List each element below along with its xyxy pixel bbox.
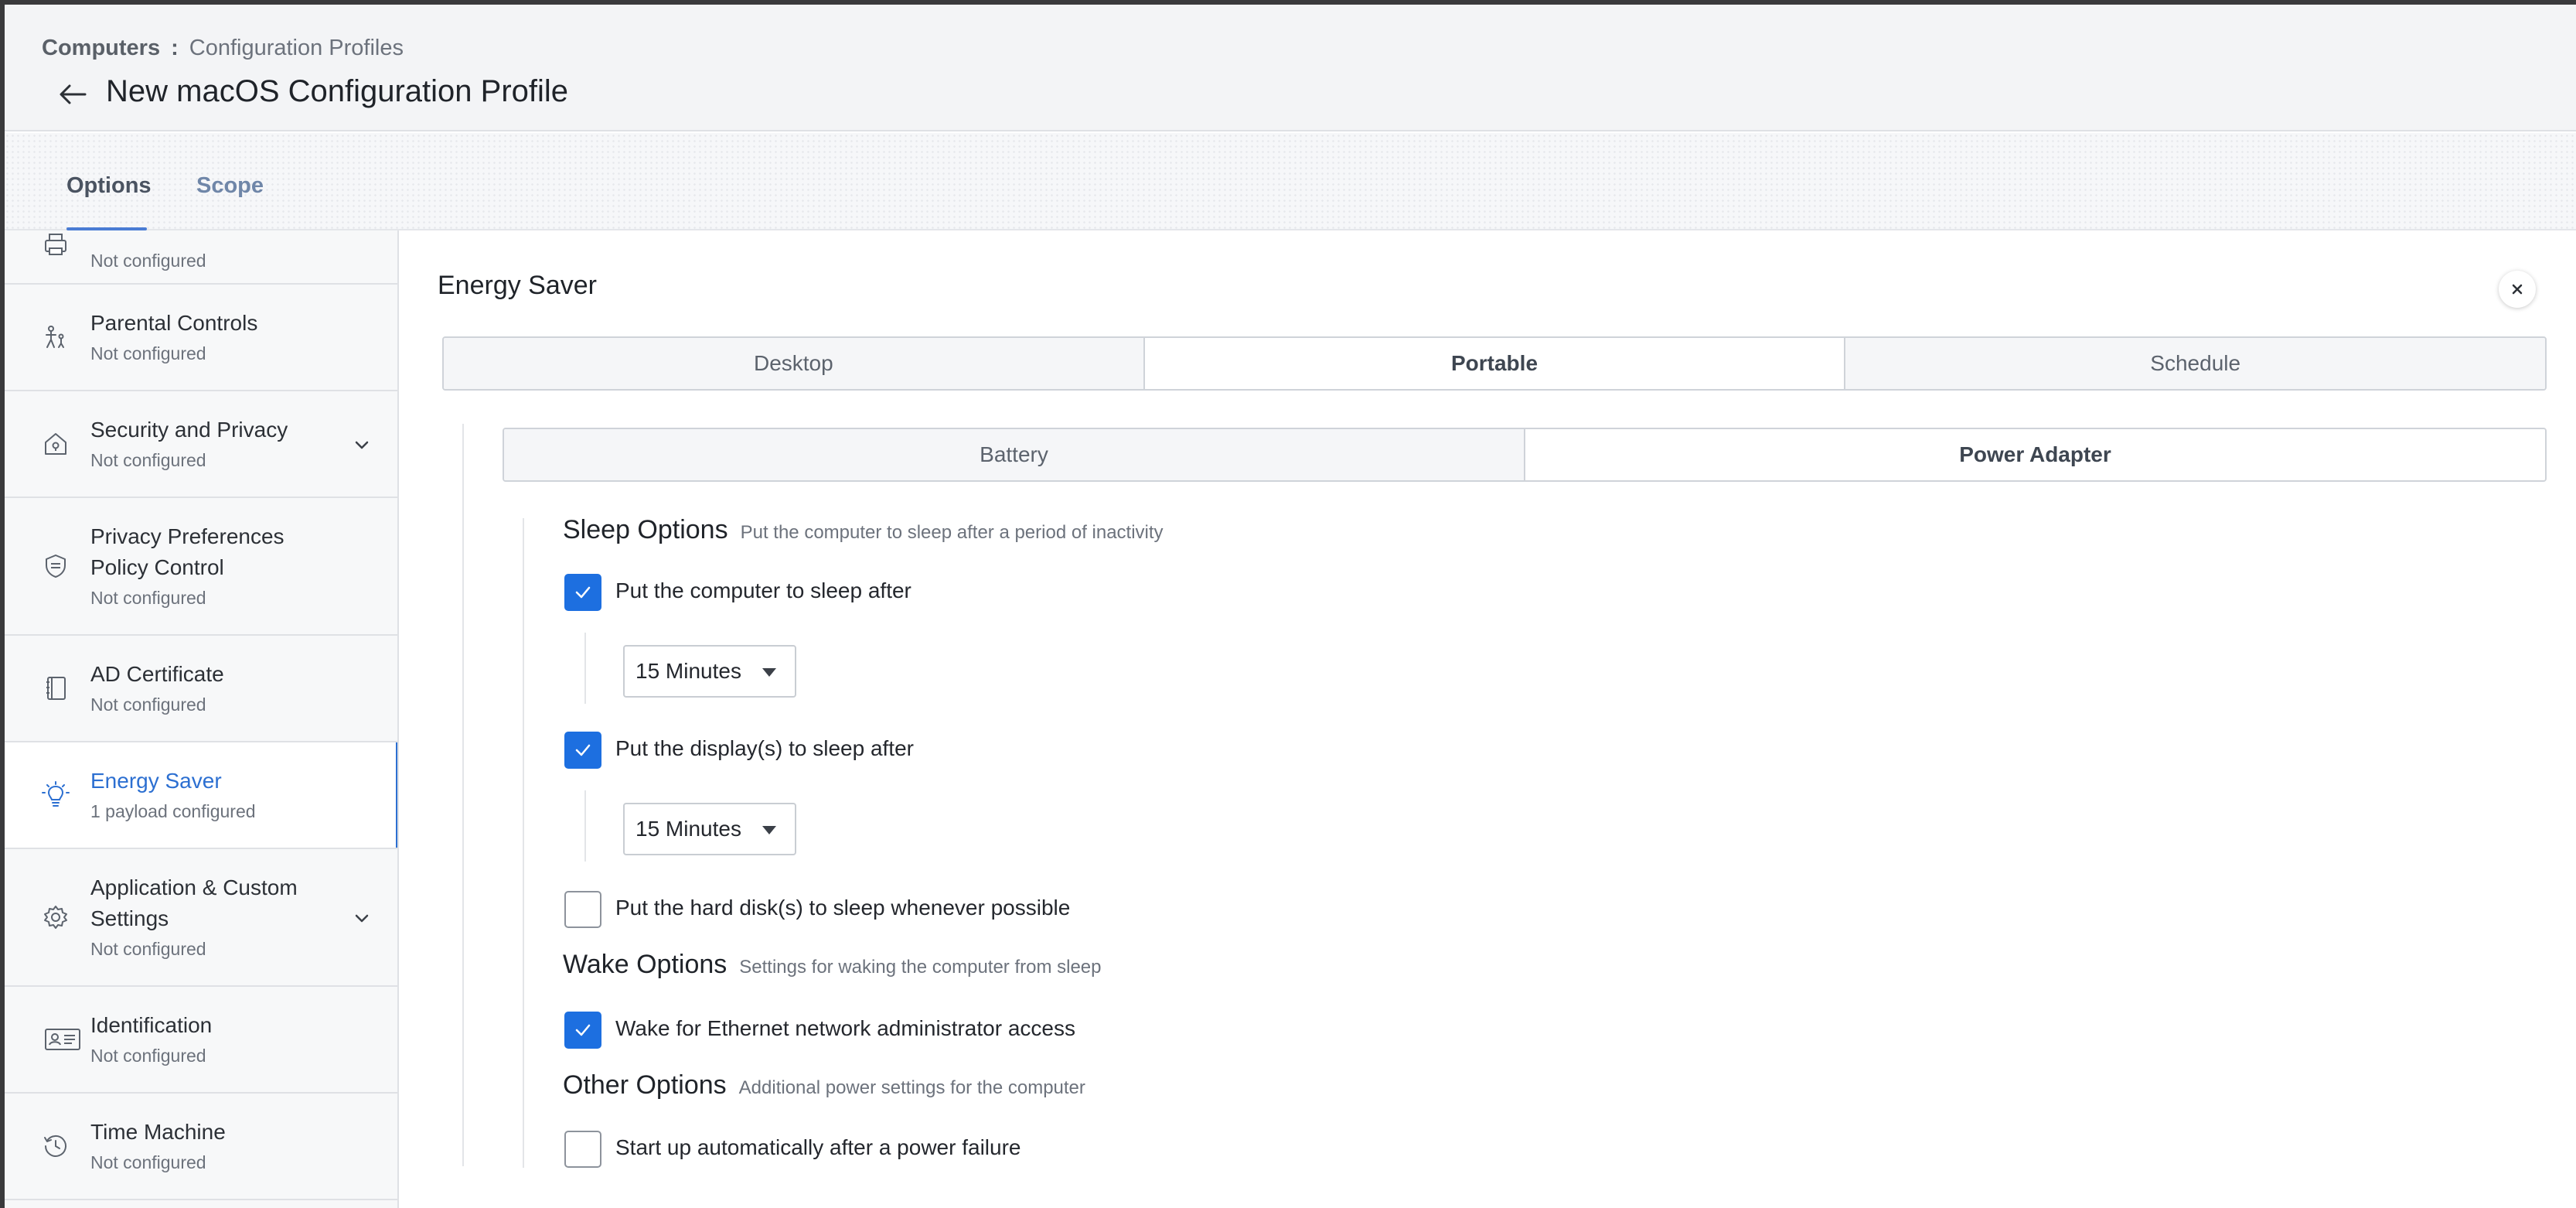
startup-power-failure-checkbox[interactable] <box>564 1131 601 1168</box>
close-button[interactable] <box>2499 271 2536 308</box>
breadcrumb-configuration-profiles[interactable]: Configuration Profiles <box>189 36 404 60</box>
sidebar-item-energy-saver[interactable]: Energy Saver 1 payload configured <box>5 742 397 849</box>
sidebar-item-label: Energy Saver <box>90 769 222 793</box>
parental-controls-icon <box>39 320 73 354</box>
back-button[interactable] <box>51 74 94 114</box>
sidebar-item-label: Time Machine <box>90 1120 226 1144</box>
sleep-options-title: Sleep Options Put the computer to sleep a… <box>563 515 1164 545</box>
breadcrumb-computers[interactable]: Computers <box>42 36 160 60</box>
computer-sleep-label: Put the computer to sleep after <box>615 578 911 602</box>
sidebar-item-status: Not configured <box>90 939 206 959</box>
tabs-bar: Options Scope <box>5 133 2576 230</box>
other-options-heading: Other Options <box>563 1070 727 1100</box>
close-icon <box>2512 284 2523 295</box>
sidebar-item-label: Security and Privacy <box>90 418 288 442</box>
other-options-description: Additional power settings for the comput… <box>738 1077 1085 1098</box>
tab-power-adapter[interactable]: Power Adapter <box>1525 429 2545 480</box>
sidebar-item-parental-controls[interactable]: Parental Controls Not configured <box>5 285 397 391</box>
panel-title: Energy Saver <box>438 271 597 300</box>
options-guide-line <box>523 518 524 1168</box>
shield-icon <box>39 549 73 583</box>
sidebar-item-label: Application & Custom Settings <box>90 875 298 930</box>
sidebar-item-status: Not configured <box>90 1152 206 1172</box>
nested-guide-line <box>584 633 586 704</box>
tab-desktop[interactable]: Desktop <box>444 338 1145 389</box>
tab-battery[interactable]: Battery <box>504 429 1525 480</box>
sidebar-item-application-custom-settings[interactable]: Application & Custom Settings Not config… <box>5 849 397 987</box>
wake-options-heading: Wake Options <box>563 950 727 979</box>
sidebar-item-identification[interactable]: Identification Not configured <box>5 987 397 1094</box>
active-item-indicator <box>396 742 397 848</box>
display-sleep-label: Put the display(s) to sleep after <box>615 736 914 760</box>
sleep-options-description: Put the computer to sleep after a period… <box>740 522 1164 543</box>
nested-guide-line <box>584 790 586 862</box>
tab-scope[interactable]: Scope <box>196 173 264 199</box>
page-title: New macOS Configuration Profile <box>106 74 569 108</box>
dropdown-caret-icon <box>762 826 776 834</box>
disk-sleep-label: Put the hard disk(s) to sleep whenever p… <box>615 896 1071 920</box>
display-sleep-value: 15 Minutes <box>635 817 741 841</box>
computer-sleep-value: 15 Minutes <box>635 659 741 683</box>
wake-options-description: Settings for waking the computer from sl… <box>739 957 1102 978</box>
gear-icon <box>39 900 73 934</box>
security-house-icon <box>39 427 73 461</box>
sidebar-item-status: Not configured <box>90 251 206 271</box>
lightbulb-icon <box>39 778 73 812</box>
display-sleep-checkbox[interactable] <box>564 732 601 769</box>
back-arrow-icon <box>60 84 87 104</box>
sidebar-item-label: Privacy Preferences Policy Control <box>90 524 285 579</box>
breadcrumb-separator: : <box>171 36 179 60</box>
id-card-icon <box>43 1022 82 1056</box>
sidebar-item-status: Not configured <box>90 588 206 608</box>
sidebar-item-status: Not configured <box>90 1046 206 1066</box>
sidebar-item-privacy-preferences-policy-control[interactable]: Privacy Preferences Policy Control Not c… <box>5 498 397 636</box>
platform-tabs: Desktop Portable Schedule <box>442 336 2547 391</box>
page-header: Computers: Configuration Profiles New mac… <box>5 5 2576 131</box>
payload-panel: Energy Saver Desktop Portable Schedule B… <box>400 230 2576 1208</box>
checkmark-icon <box>575 744 591 756</box>
computer-sleep-select[interactable]: 15 Minutes <box>623 645 796 698</box>
chevron-down-icon[interactable] <box>351 908 373 930</box>
tab-portable[interactable]: Portable <box>1144 338 1846 389</box>
checkmark-icon <box>575 1024 591 1036</box>
sidebar-item-time-machine[interactable]: Time Machine Not configured <box>5 1094 397 1200</box>
startup-power-failure-label: Start up automatically after a power fai… <box>615 1135 1021 1159</box>
sidebar-item-ad-certificate[interactable]: AD Certificate Not configured <box>5 636 397 742</box>
other-options-title: Other Options Additional power settings f… <box>563 1070 1085 1101</box>
certificate-icon <box>39 671 73 705</box>
sidebar-item-status: Not configured <box>90 343 206 363</box>
payload-sidebar[interactable]: Not configured Parental Controls Not con… <box>5 230 399 1208</box>
sleep-options-heading: Sleep Options <box>563 515 728 544</box>
power-source-tabs: Battery Power Adapter <box>503 428 2547 482</box>
section-guide-line <box>462 424 464 1166</box>
breadcrumb: Computers: Configuration Profiles <box>42 36 404 61</box>
sidebar-item-status: 1 payload configured <box>90 801 256 821</box>
computer-sleep-checkbox[interactable] <box>564 574 601 611</box>
dropdown-caret-icon <box>762 668 776 677</box>
wake-ethernet-checkbox[interactable] <box>564 1012 601 1049</box>
sidebar-item-label: AD Certificate <box>90 662 224 686</box>
printer-icon <box>39 230 73 261</box>
sidebar-item-printing[interactable]: Not configured <box>5 230 397 285</box>
time-machine-icon <box>39 1129 73 1163</box>
app-window: Computers: Configuration Profiles New mac… <box>5 5 2576 1208</box>
wake-ethernet-label: Wake for Ethernet network administrator … <box>615 1016 1075 1040</box>
chevron-down-icon[interactable] <box>351 435 373 456</box>
tab-schedule[interactable]: Schedule <box>1845 338 2545 389</box>
sidebar-item-security-and-privacy[interactable]: Security and Privacy Not configured <box>5 391 397 498</box>
disk-sleep-checkbox[interactable] <box>564 891 601 928</box>
wake-options-title: Wake Options Settings for waking the comp… <box>563 950 1102 980</box>
display-sleep-select[interactable]: 15 Minutes <box>623 803 796 855</box>
tab-options[interactable]: Options <box>66 173 152 199</box>
sidebar-item-status: Not configured <box>90 450 206 470</box>
sidebar-item-status: Not configured <box>90 694 206 715</box>
sidebar-item-label: Identification <box>90 1013 213 1037</box>
checkmark-icon <box>575 586 591 599</box>
sidebar-item-label: Parental Controls <box>90 311 258 335</box>
